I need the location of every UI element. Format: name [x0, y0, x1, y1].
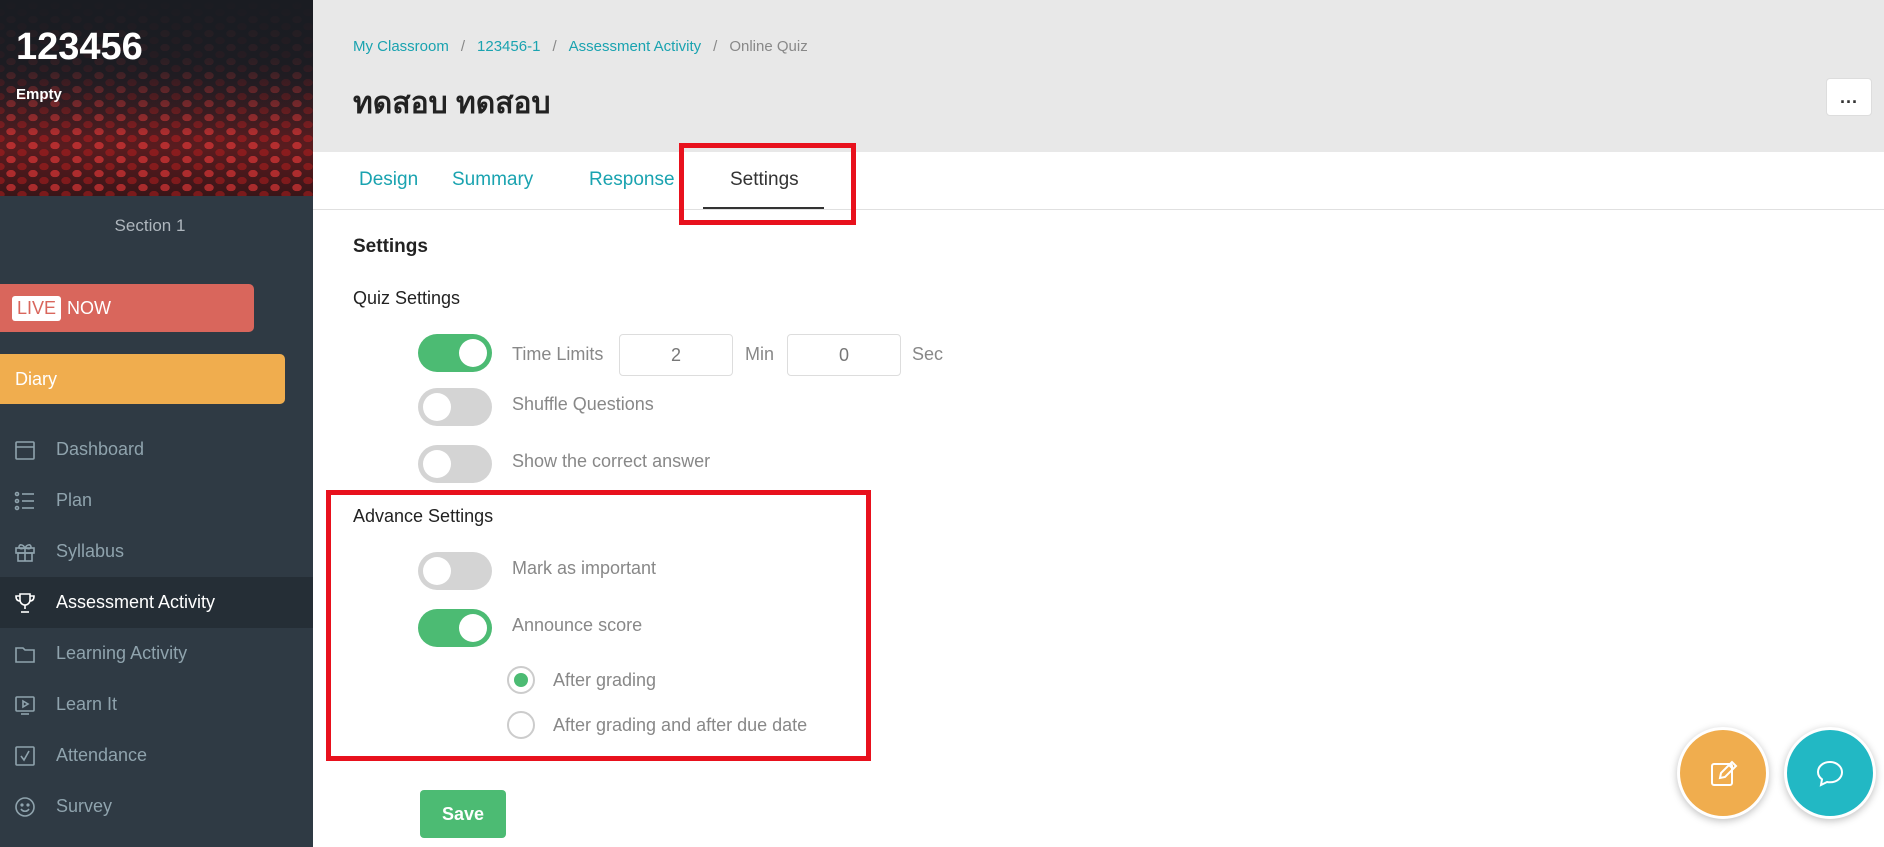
checkbox-icon [12, 743, 38, 769]
shuffle-questions-toggle[interactable] [418, 388, 492, 426]
sidebar-item-label: Learn It [56, 694, 118, 714]
sidebar-item-syllabus[interactable]: Syllabus [0, 526, 313, 577]
toggle-knob [423, 450, 451, 478]
show-correct-answer-label: Show the correct answer [512, 451, 711, 471]
more-options-button[interactable]: ... [1826, 78, 1872, 116]
settings-heading: Settings [353, 236, 428, 257]
tab-response[interactable]: Response [589, 169, 675, 191]
time-limits-label: Time Limits [512, 344, 604, 364]
time-limit-seconds-input[interactable] [787, 334, 901, 376]
sidebar-item-label: Learning Activity [56, 643, 188, 663]
toggle-knob [459, 339, 487, 367]
sidebar-nav: Dashboard Plan Syllabus Assessment Activ… [0, 424, 313, 832]
sidebar-item-label: Assessment Activity [56, 592, 216, 612]
page-header: My Classroom / 123456-1 / Assessment Act… [313, 0, 1884, 152]
shuffle-questions-label: Shuffle Questions [512, 394, 654, 414]
tab-summary[interactable]: Summary [452, 169, 533, 191]
after-grading-and-due-date-radio[interactable] [507, 711, 535, 739]
play-icon [12, 692, 38, 718]
after-grading-radio[interactable] [507, 666, 535, 694]
after-grading-label: After grading [553, 670, 657, 690]
seconds-unit-label: Sec [912, 344, 944, 364]
tab-bar: Design Summary Response Settings [313, 152, 1884, 210]
course-subtitle: Empty [16, 86, 62, 103]
breadcrumb-my-classroom[interactable]: My Classroom [353, 38, 449, 55]
sidebar-item-assessment-activity[interactable]: Assessment Activity [0, 577, 313, 628]
sidebar-item-learning-activity[interactable]: Learning Activity [0, 628, 313, 679]
breadcrumb-current: Online Quiz [729, 38, 808, 55]
mark-important-label: Mark as important [512, 558, 657, 578]
tab-settings[interactable]: Settings [730, 169, 799, 191]
tab-design[interactable]: Design [359, 169, 418, 191]
sidebar-item-label: Survey [56, 796, 113, 816]
time-limits-toggle[interactable] [418, 334, 492, 372]
gift-icon [12, 539, 38, 565]
breadcrumb-separator: / [713, 38, 718, 55]
toggle-knob [423, 557, 451, 585]
calendar-icon [12, 437, 38, 463]
sidebar-item-label: Attendance [56, 745, 148, 765]
time-limit-minutes-input[interactable] [619, 334, 733, 376]
advance-settings-heading: Advance Settings [353, 506, 494, 526]
folder-icon [12, 641, 38, 667]
after-grading-and-due-date-label: After grading and after due date [553, 715, 808, 735]
sidebar-item-label: Plan [56, 490, 93, 510]
breadcrumb-separator: / [552, 38, 557, 55]
edit-icon [1711, 760, 1738, 786]
announce-score-label: Announce score [512, 615, 643, 635]
toggle-knob [459, 614, 487, 642]
sidebar-item-survey[interactable]: Survey [0, 781, 313, 832]
diary-button[interactable]: Diary [0, 354, 285, 404]
sidebar-item-label: Dashboard [56, 439, 145, 459]
sidebar-item-learn-it[interactable]: Learn It [0, 679, 313, 730]
course-code: 123456 [16, 26, 143, 68]
page-title: ทดสอบ ทดสอบ [353, 87, 551, 120]
smiley-icon [12, 794, 38, 820]
breadcrumb-assessment-activity[interactable]: Assessment Activity [569, 38, 702, 55]
active-tab-indicator [703, 207, 824, 209]
edit-note-button[interactable] [1677, 727, 1769, 819]
trophy-icon [12, 590, 38, 616]
sidebar: 123456 Empty Section 1 LIVE NOW Diary Da… [0, 0, 313, 847]
live-now-button[interactable]: LIVE NOW [0, 284, 254, 332]
sidebar-item-dashboard[interactable]: Dashboard [0, 424, 313, 475]
live-now-label: NOW [67, 297, 112, 318]
show-correct-answer-toggle[interactable] [418, 445, 492, 483]
quiz-settings-heading: Quiz Settings [353, 288, 461, 308]
breadcrumb: My Classroom / 123456-1 / Assessment Act… [353, 38, 808, 55]
breadcrumb-section[interactable]: 123456-1 [477, 38, 540, 55]
minutes-unit-label: Min [745, 344, 775, 364]
sidebar-item-label: Syllabus [56, 541, 125, 561]
sidebar-item-plan[interactable]: Plan [0, 475, 313, 526]
settings-panel: Settings Quiz Settings Time Limits Min S… [313, 210, 1884, 847]
sidebar-item-attendance[interactable]: Attendance [0, 730, 313, 781]
chat-bubble-icon [1816, 760, 1844, 787]
course-banner: 123456 Empty [0, 0, 313, 196]
live-tag: LIVE [12, 295, 62, 321]
list-icon [12, 488, 38, 514]
chat-button[interactable] [1784, 727, 1876, 819]
breadcrumb-separator: / [460, 38, 466, 55]
section-label[interactable]: Section 1 [0, 216, 300, 236]
announce-score-toggle[interactable] [418, 609, 492, 647]
toggle-knob [423, 393, 451, 421]
save-button[interactable]: Save [420, 790, 506, 838]
mark-important-toggle[interactable] [418, 552, 492, 590]
